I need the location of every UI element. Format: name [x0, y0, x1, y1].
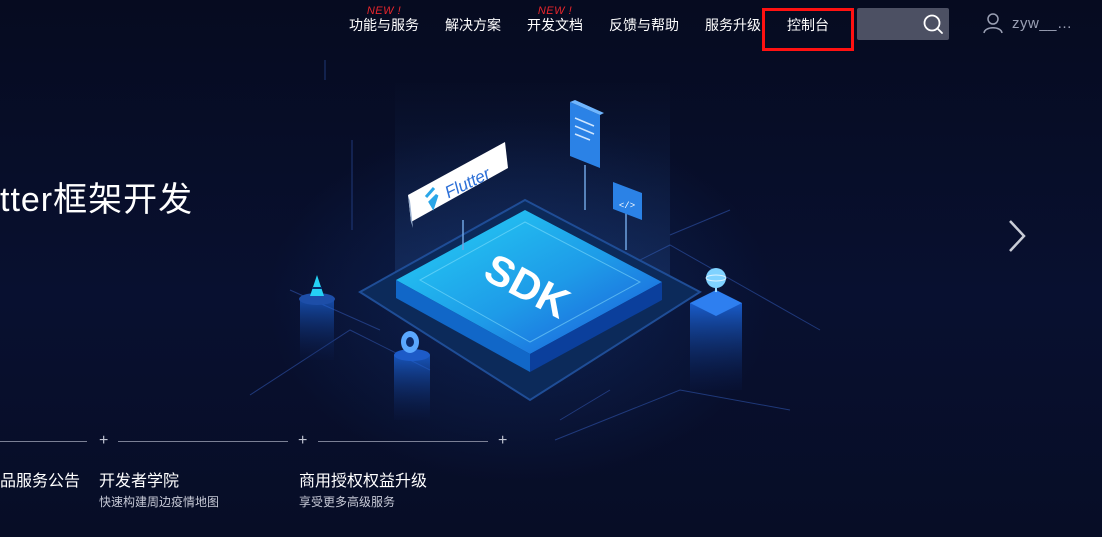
cone-pillar	[299, 275, 335, 360]
divider	[0, 441, 87, 442]
plus-icon: +	[298, 432, 308, 449]
card-product-announcement[interactable]: 品服务公告	[0, 467, 80, 491]
chevron-right-icon[interactable]	[1004, 218, 1030, 254]
card-commercial-license[interactable]: 商用授权权益升级	[299, 467, 427, 491]
card-developer-academy[interactable]: 开发者学院	[99, 467, 179, 491]
nav-item-label: 控制台	[787, 17, 829, 33]
nav-item-features[interactable]: NEW ! 功能与服务	[349, 5, 419, 34]
plus-icon: +	[498, 432, 508, 449]
plus-icon: +	[99, 432, 109, 449]
user-name[interactable]: zyw__…	[1012, 15, 1073, 32]
hero-title: tter框架开发	[0, 181, 194, 219]
nav-item-label: 服务升级	[705, 17, 761, 33]
code-label: </>	[619, 201, 635, 211]
nav-item-label: 解决方案	[445, 17, 501, 33]
nav-item-solutions[interactable]: 解决方案	[445, 16, 501, 34]
nav-item-label: 反馈与帮助	[609, 17, 679, 33]
nav-item-console[interactable]: 控制台	[787, 16, 829, 34]
search-input[interactable]	[863, 13, 917, 35]
search-icon[interactable]	[922, 13, 944, 35]
nav-item-upgrade[interactable]: 服务升级	[705, 16, 761, 34]
sdk-illustration: SDK Flutter </>	[249, 60, 821, 441]
new-badge: NEW !	[366, 5, 402, 17]
globe-pillar	[690, 268, 742, 390]
divider	[118, 441, 288, 442]
search-box	[857, 8, 949, 40]
new-badge: NEW !	[537, 5, 573, 17]
top-nav: NEW ! 功能与服务 解决方案 NEW ! 开发文档 反馈与帮助 服务升级 控…	[0, 0, 1102, 51]
nav-item-feedback[interactable]: 反馈与帮助	[609, 16, 679, 34]
user-icon[interactable]	[983, 12, 1003, 34]
nav-item-docs[interactable]: NEW ! 开发文档	[527, 5, 583, 34]
card-subtitle: 快速构建周边疫情地图	[99, 495, 220, 509]
card-subtitle: 享受更多高级服务	[299, 495, 396, 509]
location-pillar	[394, 331, 430, 420]
page: NEW ! 功能与服务 解决方案 NEW ! 开发文档 反馈与帮助 服务升级 控…	[0, 0, 1102, 537]
divider	[318, 441, 488, 442]
